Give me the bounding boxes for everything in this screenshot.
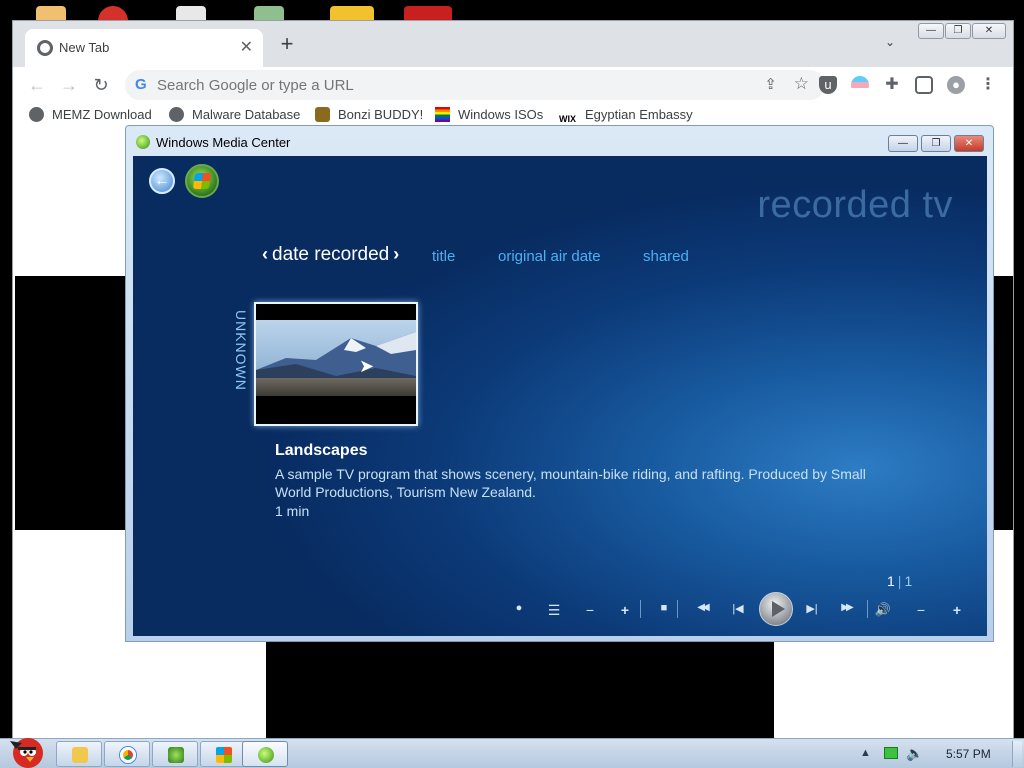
media-center-titlebar: Windows Media Center (136, 135, 290, 150)
media-center-start-icon[interactable] (185, 164, 219, 198)
wmc-maximize-button[interactable]: ❐ (921, 135, 951, 152)
mouse-cursor-icon: ➤ (359, 356, 375, 376)
volume-icon[interactable]: 🔈 (906, 745, 923, 762)
tab-title: New Tab (59, 40, 110, 55)
section-title: recorded tv (757, 184, 953, 226)
globe-icon (29, 107, 44, 122)
play-button[interactable] (759, 592, 793, 626)
transport-controls: ● ☰ − + ■ ◀◀ |◀ ▶| ▶▶ 🔊 − + (503, 592, 983, 628)
task-windows[interactable] (200, 741, 246, 767)
network-icon[interactable] (884, 747, 898, 759)
rewind-icon[interactable]: ◀◀ (685, 602, 719, 613)
clock[interactable]: 5:57 PM (946, 747, 991, 761)
tab-search-chevron-icon[interactable]: ⌄ (885, 35, 895, 49)
task-bonzi[interactable] (152, 741, 198, 767)
sidebar-icon[interactable] (915, 76, 933, 94)
previous-track-icon[interactable]: |◀ (725, 602, 751, 615)
tab-strip: New Tab ✕ + ⌄ — ❐ ✕ (13, 21, 1013, 67)
trans-flag-icon[interactable] (851, 76, 869, 94)
stop-icon[interactable]: ■ (654, 602, 674, 614)
tab-close-icon[interactable]: ✕ (240, 37, 253, 57)
media-center-icon (136, 135, 150, 149)
forward-arrow-icon[interactable]: → (55, 71, 83, 99)
pivot-shared[interactable]: shared (643, 248, 689, 265)
globe-icon (169, 107, 184, 122)
volume-down-icon[interactable]: − (911, 602, 931, 618)
windows-icon (216, 747, 232, 763)
chrome-close-button[interactable]: ✕ (972, 23, 1006, 39)
pivot-title[interactable]: title (432, 248, 455, 265)
profile-icon[interactable]: ● (947, 76, 965, 94)
angry-bird-start-icon[interactable] (4, 733, 48, 768)
chevron-left-icon[interactable]: ‹ (262, 244, 268, 264)
explorer-icon (72, 747, 88, 763)
ublock-icon[interactable]: u (819, 76, 837, 94)
wmc-minimize-button[interactable]: — (888, 135, 918, 152)
google-g-icon: G (135, 76, 147, 93)
chrome-minimize-button[interactable]: — (918, 23, 944, 39)
bonzi-icon (315, 107, 330, 122)
kebab-menu-icon[interactable]: ⋮ (979, 76, 997, 94)
task-explorer[interactable] (56, 741, 102, 767)
chrome-icon (120, 747, 136, 763)
video-block (266, 641, 774, 739)
pivot-original-air-date[interactable]: original air date (498, 248, 601, 265)
group-label: UNKNOWN (233, 310, 249, 391)
record-icon[interactable]: ● (509, 602, 529, 614)
back-icon[interactable]: ← (149, 168, 175, 194)
media-center-body: ← recorded tv ‹ date recorded › title orig… (133, 156, 987, 636)
new-tab-button[interactable]: + (275, 31, 299, 57)
program-length: 1 min (275, 503, 310, 519)
next-track-icon[interactable]: ▶| (799, 602, 825, 615)
windows-flag-icon (435, 107, 450, 122)
taskbar: ▲ 🔈 5:57 PM (0, 738, 1024, 768)
fast-forward-icon[interactable]: ▶▶ (829, 602, 863, 613)
task-media-center[interactable] (242, 741, 288, 767)
show-hidden-icons-icon[interactable]: ▲ (860, 747, 871, 759)
chevron-right-icon[interactable]: › (393, 244, 399, 264)
media-center-window: Windows Media Center — ❐ ✕ ← recorded tv… (125, 125, 994, 642)
reload-icon[interactable]: ↻ (87, 71, 115, 99)
wmc-close-button[interactable]: ✕ (954, 135, 984, 152)
omnibox-input[interactable] (157, 74, 717, 96)
omnibox[interactable]: G ⇪ ☆ (125, 70, 825, 100)
chrome-toolbar: ← → ↻ G ⇪ ☆ u ✚ ● ⋮ (13, 67, 1013, 105)
back-arrow-icon[interactable]: ← (23, 71, 51, 99)
bonzi-icon (168, 747, 184, 763)
chrome-favicon-icon (37, 40, 53, 56)
share-icon[interactable]: ⇪ (764, 75, 777, 93)
puzzle-icon[interactable]: ✚ (883, 76, 901, 94)
recording-thumbnail[interactable] (254, 302, 418, 426)
page-counter: 1 | 1 (887, 573, 913, 589)
program-description: A sample TV program that shows scenery, … (275, 466, 866, 500)
program-title: Landscapes (275, 442, 368, 459)
guide-icon[interactable]: ☰ (544, 602, 564, 619)
chrome-maximize-button[interactable]: ❐ (945, 23, 971, 39)
channel-up-icon[interactable]: + (615, 602, 635, 618)
bookmark-star-icon[interactable]: ☆ (794, 74, 809, 94)
task-chrome[interactable] (104, 741, 150, 767)
volume-up-icon[interactable]: + (947, 602, 967, 618)
channel-down-icon[interactable]: − (580, 602, 600, 618)
tab-new-tab[interactable]: New Tab ✕ (25, 29, 263, 67)
media-center-icon (258, 747, 274, 763)
show-desktop-button[interactable] (1012, 741, 1022, 767)
mute-icon[interactable]: 🔊 (873, 602, 893, 618)
pivot-date-recorded[interactable]: ‹ date recorded › (258, 244, 403, 266)
